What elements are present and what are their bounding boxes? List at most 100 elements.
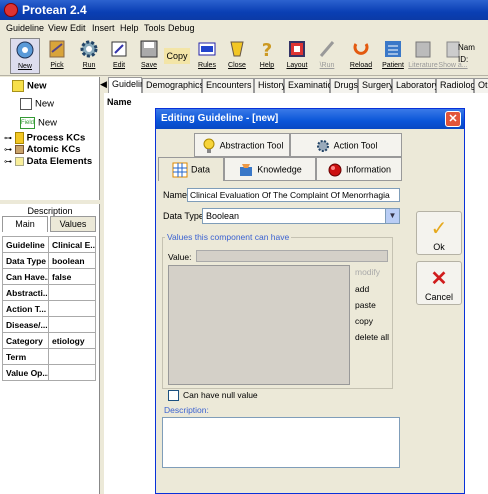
tree-item-atomic-kcs[interactable]: ⊶ Atomic KCs bbox=[4, 144, 80, 155]
table-row[interactable]: Guideline Clinical E... bbox=[2, 236, 96, 253]
save-button[interactable]: Save bbox=[134, 38, 164, 74]
tab-knowledge[interactable]: Knowledge bbox=[224, 157, 316, 181]
property-key: Value Op... bbox=[2, 364, 49, 381]
help-button[interactable]: ? Help bbox=[252, 38, 282, 74]
guideline-name-field[interactable]: Clinical Evaluation Of The Complaint Of … bbox=[187, 188, 400, 202]
menu-debug[interactable]: Debug bbox=[168, 23, 195, 33]
table-row[interactable]: Term bbox=[2, 348, 96, 365]
tab-laboratory[interactable]: Laboratory bbox=[392, 78, 439, 93]
reload-button[interactable]: Reload bbox=[346, 38, 376, 74]
tab-othe[interactable]: Othe bbox=[474, 78, 488, 93]
table-row[interactable]: Disease/... bbox=[2, 316, 96, 333]
tree-label: Atomic KCs bbox=[26, 144, 81, 155]
dialog-close-button[interactable]: ✕ bbox=[445, 111, 461, 127]
ok-button[interactable]: ✓ Ok bbox=[416, 211, 462, 255]
table-row[interactable]: Value Op... bbox=[2, 364, 96, 381]
edit-button[interactable]: Edit bbox=[104, 38, 134, 74]
menu-insert[interactable]: Insert bbox=[92, 23, 115, 33]
tab-information[interactable]: Information bbox=[316, 157, 402, 181]
table-row[interactable]: Action T... bbox=[2, 300, 96, 317]
tab-demographics[interactable]: Demographics bbox=[142, 78, 204, 93]
value-input[interactable] bbox=[196, 250, 388, 262]
tab-drugs[interactable]: Drugs bbox=[330, 78, 358, 93]
expand-icon: ⊶ bbox=[4, 145, 12, 154]
null-value-checkbox[interactable] bbox=[168, 390, 179, 401]
property-value[interactable]: etiology bbox=[48, 332, 96, 349]
tab-encounters[interactable]: Encounters bbox=[202, 78, 254, 93]
atomic-kc-icon bbox=[14, 144, 24, 154]
rules-button[interactable]: Rules bbox=[192, 38, 222, 74]
property-value[interactable]: Clinical E... bbox=[48, 236, 96, 253]
paste-action[interactable]: paste bbox=[355, 300, 376, 310]
info-ball-icon bbox=[328, 163, 342, 177]
data-type-select[interactable]: Boolean ▼ bbox=[202, 208, 400, 224]
menu-help[interactable]: Help bbox=[120, 23, 139, 33]
wand-run-button[interactable]: \Run bbox=[312, 38, 342, 74]
tab-history[interactable]: History bbox=[254, 78, 286, 93]
value-label: Value: bbox=[168, 252, 192, 262]
tab-guideline[interactable]: Guideline bbox=[108, 77, 150, 93]
tree-item-process-kcs[interactable]: ⊶ Process KCs bbox=[4, 132, 85, 144]
run-button[interactable]: Run bbox=[74, 38, 104, 74]
tab-action-tool[interactable]: Action Tool bbox=[290, 133, 402, 157]
tab-data[interactable]: Data bbox=[158, 157, 224, 181]
tab-abstraction-tool[interactable]: Abstraction Tool bbox=[194, 133, 290, 157]
cancel-button[interactable]: ✕ Cancel bbox=[416, 261, 462, 305]
tree-item-new-2[interactable]: New bbox=[20, 98, 54, 110]
table-row[interactable]: Abstracti... bbox=[2, 284, 96, 301]
tab-radiology[interactable]: Radiology bbox=[436, 78, 480, 93]
tab-values[interactable]: Values bbox=[50, 216, 96, 232]
table-row[interactable]: Category etiology bbox=[2, 332, 96, 349]
new-button[interactable]: New bbox=[10, 38, 40, 74]
property-value[interactable] bbox=[48, 284, 96, 301]
property-key: Action T... bbox=[2, 300, 49, 317]
pick-button[interactable]: Pick bbox=[42, 38, 72, 74]
close-button[interactable]: Close bbox=[222, 38, 252, 74]
tab-scroll-left-icon[interactable]: ◀ bbox=[100, 79, 107, 90]
delete-all-action[interactable]: delete all bbox=[355, 332, 389, 342]
yellow-note-icon bbox=[12, 80, 24, 92]
tree-label: Data Elements bbox=[26, 156, 93, 167]
description-tab-label[interactable]: Description bbox=[0, 206, 100, 216]
property-value[interactable] bbox=[48, 364, 96, 381]
chevron-down-icon[interactable]: ▼ bbox=[385, 209, 399, 223]
add-action[interactable]: add bbox=[355, 284, 369, 294]
property-key: Data Type bbox=[2, 252, 49, 269]
tab-examination[interactable]: Examination bbox=[284, 78, 338, 93]
patient-button[interactable]: Patient bbox=[378, 38, 408, 74]
menu-guideline[interactable]: Guideline bbox=[6, 23, 44, 33]
modify-action[interactable]: modify bbox=[355, 267, 380, 277]
property-value[interactable] bbox=[48, 316, 96, 333]
run-gear-icon bbox=[80, 40, 98, 58]
property-value[interactable]: boolean bbox=[48, 252, 96, 269]
menu-view[interactable]: View bbox=[48, 23, 67, 33]
table-row[interactable]: Data Type boolean bbox=[2, 252, 96, 269]
property-value[interactable] bbox=[48, 300, 96, 317]
values-list[interactable] bbox=[168, 265, 350, 385]
tab-main[interactable]: Main bbox=[2, 216, 48, 232]
menu-tools[interactable]: Tools bbox=[144, 23, 165, 33]
property-table: Guideline Clinical E... Data Type boolean Ca… bbox=[2, 236, 96, 381]
tree-item-data-elements[interactable]: ⊶ Data Elements bbox=[4, 156, 92, 167]
dialog-title-bar: Editing Guideline - [new] ✕ bbox=[156, 109, 464, 129]
tab-label: Abstraction Tool bbox=[219, 140, 284, 151]
property-value[interactable] bbox=[48, 348, 96, 365]
tree-label: New bbox=[38, 117, 58, 129]
property-key: Abstracti... bbox=[2, 284, 49, 301]
layout-button[interactable]: Layout bbox=[282, 38, 312, 74]
property-value[interactable]: false bbox=[48, 268, 96, 285]
property-key: Guideline bbox=[2, 236, 49, 253]
tab-surgery[interactable]: Surgery bbox=[358, 78, 394, 93]
copy-button[interactable]: Copy bbox=[164, 48, 190, 64]
toolbar: New Pick Run Edit Save Copy Rules Close … bbox=[0, 36, 488, 76]
table-row[interactable]: Can Have... false bbox=[2, 268, 96, 285]
app-title-bar: Protean 2.4 bbox=[0, 0, 488, 20]
menu-edit[interactable]: Edit bbox=[70, 23, 86, 33]
property-key: Term bbox=[2, 348, 49, 365]
panel-splitter[interactable] bbox=[0, 200, 100, 204]
tree-item-new-3[interactable]: Field New bbox=[20, 117, 57, 129]
copy-action[interactable]: copy bbox=[355, 316, 373, 326]
tree-item-new-1[interactable]: New bbox=[12, 80, 47, 92]
literature-button[interactable]: Literature bbox=[408, 38, 438, 74]
description-textarea[interactable] bbox=[162, 417, 400, 468]
